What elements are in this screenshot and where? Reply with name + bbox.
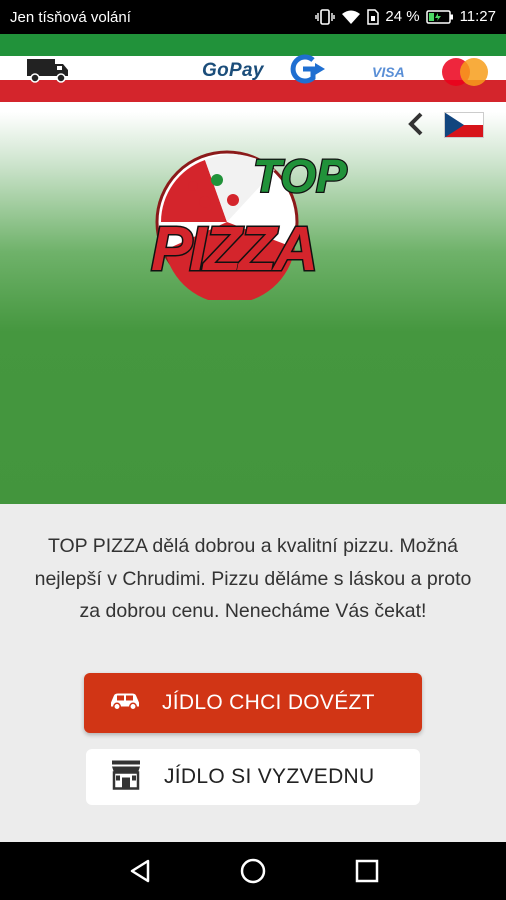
delivery-button-label: JÍDLO CHCI DOVÉZT — [162, 691, 375, 714]
carrier-text: Jen tísňová volání — [10, 9, 131, 26]
car-icon — [108, 691, 142, 716]
back-triangle-icon[interactable] — [128, 858, 154, 889]
sim-icon — [367, 8, 380, 25]
vibrate-icon — [315, 8, 336, 25]
shop-icon — [110, 759, 142, 796]
pickup-button-label: JÍDLO SI VYZVEDNU — [164, 765, 375, 788]
battery-icon — [425, 9, 454, 24]
gopay-g-icon — [283, 54, 327, 89]
status-bar: Jen tísňová volání 24 % 11:27 — [0, 0, 506, 34]
pickup-button[interactable]: JÍDLO SI VYZVEDNU — [86, 749, 420, 805]
clock: 11:27 — [459, 8, 496, 25]
gopay-logo: GoPay — [202, 60, 264, 81]
status-icons: 24 % 11:27 — [315, 8, 496, 25]
visa-logo: VISA — [372, 64, 405, 80]
restaurant-description: TOP PIZZA dělá dobrou a kvalitní pizzu. … — [34, 535, 472, 622]
delivery-van-icon — [26, 56, 70, 89]
home-circle-icon[interactable] — [240, 858, 266, 889]
logo-pizza-text: PIZZA — [151, 215, 315, 284]
battery-percent: 24 % — [385, 8, 420, 25]
logo-top-text: TOP — [253, 150, 347, 202]
czech-flag-icon[interactable] — [444, 112, 484, 138]
wifi-icon — [341, 9, 361, 25]
top-pizza-logo: TOP PIZZA — [145, 130, 357, 304]
mastercard-icon — [442, 58, 490, 86]
system-nav-bar — [0, 842, 506, 900]
delivery-button[interactable]: JÍDLO CHCI DOVÉZT — [84, 673, 422, 733]
recents-square-icon[interactable] — [354, 858, 380, 889]
payment-banner: GoPay VISA — [0, 34, 506, 102]
chevron-left-icon[interactable] — [404, 111, 430, 137]
